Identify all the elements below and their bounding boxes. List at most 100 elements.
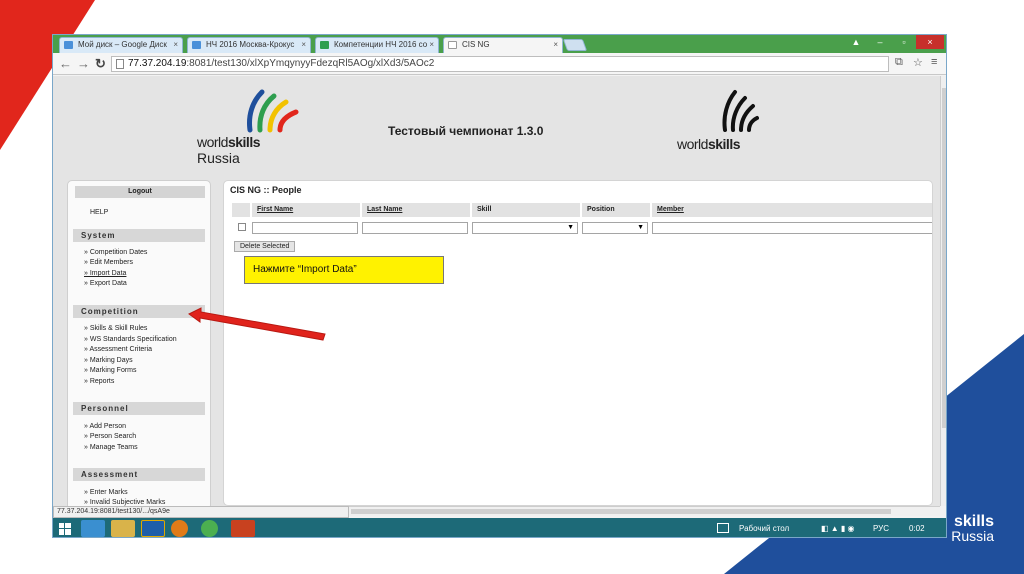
tab-label: Мой диск – Google Диск [78, 40, 167, 49]
member-filter-input[interactable] [652, 222, 932, 234]
column-position: Position [582, 203, 650, 217]
logo-left-sub: Russia [197, 150, 240, 166]
page-icon [448, 41, 457, 49]
section-assessment: Assessment [73, 468, 205, 481]
star-icon[interactable]: ☆ [913, 56, 923, 69]
red-arrow-annotation [188, 307, 326, 341]
new-tab-button[interactable] [562, 39, 588, 51]
logout-button[interactable]: Logout [75, 186, 205, 198]
header-select-cell [232, 203, 250, 217]
drive-icon [64, 41, 73, 49]
web-page: worldskills Russia Тестовый чемпионат 1.… [53, 76, 940, 506]
powerpoint-taskbar-icon[interactable] [231, 520, 255, 537]
sidebar-item-export-data[interactable]: » Export Data [84, 280, 127, 287]
close-icon[interactable]: × [553, 38, 558, 52]
url-path: :8081/test130/xlXpYmqynyyFdezqRl5AOg/xlX… [186, 58, 435, 69]
minimize-button[interactable]: – [870, 35, 890, 49]
slide-logo-sub: Russia [951, 528, 994, 544]
filter-row: ▼ ▼ [232, 221, 932, 235]
close-icon[interactable]: × [301, 38, 306, 52]
desktop-icon[interactable] [717, 523, 729, 533]
logo-left-text: worldskills [197, 134, 261, 150]
firefox-taskbar-icon[interactable] [171, 520, 188, 537]
explorer-taskbar-icon[interactable] [111, 520, 135, 537]
worldskills-black-swirl-icon [722, 90, 759, 132]
sidebar-item-skills-rules[interactable]: » Skills & Skill Rules [84, 325, 147, 332]
column-skill: Skill [472, 203, 580, 217]
drive-icon [192, 41, 201, 49]
sidebar-item-marking-forms[interactable]: » Marking Forms [84, 367, 137, 374]
sidebar-item-invalid-subjective-marks[interactable]: » Invalid Subjective Marks [84, 499, 165, 506]
tab-cis-ng[interactable]: CIS NG × [443, 37, 563, 53]
tab-label: Компетенции НЧ 2016 со [334, 40, 428, 49]
windows-start-icon[interactable] [59, 522, 71, 535]
windows-taskbar: Рабочий стол ◧ ▲ ▮ ◉ РУС 0:02 [53, 518, 946, 537]
help-link[interactable]: HELP [90, 209, 108, 216]
horizontal-scroll-thumb[interactable] [351, 509, 891, 514]
position-filter-select[interactable]: ▼ [582, 222, 648, 234]
site-header: worldskills Russia Тестовый чемпионат 1.… [53, 76, 940, 176]
language-indicator[interactable]: РУС [873, 524, 889, 533]
horizontal-scrollbar[interactable] [349, 506, 940, 516]
chrome-taskbar-icon[interactable] [201, 520, 218, 537]
outlook-taskbar-icon[interactable] [141, 520, 165, 537]
reload-icon[interactable]: ↻ [95, 56, 106, 72]
sidebar-item-reports[interactable]: » Reports [84, 378, 114, 385]
sidebar-item-ws-standards[interactable]: » WS Standards Specification [84, 336, 177, 343]
address-bar: ← → ↻ 77.37.204.19:8081/test130/xlXpYmqy… [53, 53, 946, 75]
tray-icons[interactable]: ◧ ▲ ▮ ◉ [821, 524, 855, 533]
close-icon[interactable]: × [429, 38, 434, 52]
tab-google-drive[interactable]: Мой диск – Google Диск × [59, 37, 183, 53]
sidebar-item-marking-days[interactable]: » Marking Days [84, 357, 133, 364]
panel-title: CIS NG :: People [230, 185, 302, 195]
sidebar-item-edit-members[interactable]: » Edit Members [84, 259, 133, 266]
page-title: Тестовый чемпионат 1.3.0 [388, 124, 544, 138]
first-name-filter-input[interactable] [252, 222, 358, 234]
menu-icon[interactable]: ≡ [931, 56, 937, 68]
select-all-checkbox[interactable] [238, 223, 246, 231]
ie-taskbar-icon[interactable] [81, 520, 105, 537]
section-system: System [73, 229, 205, 242]
sidebar-item-person-search[interactable]: » Person Search [84, 433, 136, 440]
url-input[interactable]: 77.37.204.19:8081/test130/xlXpYmqynyyFde… [111, 56, 889, 72]
worldskills-swirl-icon [247, 89, 299, 133]
sidebar-item-manage-teams[interactable]: » Manage Teams [84, 444, 138, 451]
window-close-button[interactable]: × [916, 35, 944, 49]
clock[interactable]: 0:02 [909, 524, 925, 533]
back-arrow-icon[interactable]: ← [59, 56, 72, 72]
translate-icon[interactable]: ⧉ [895, 56, 903, 69]
skill-filter-select[interactable]: ▼ [472, 222, 578, 234]
worldskills-logo: worldskills [677, 88, 767, 158]
close-icon[interactable]: × [173, 38, 178, 52]
sidebar-item-assessment-criteria[interactable]: » Assessment Criteria [84, 346, 152, 353]
maximize-button[interactable]: ▫ [894, 35, 914, 49]
sidebar-item-add-person[interactable]: » Add Person [84, 423, 126, 430]
desktop-label[interactable]: Рабочий стол [739, 524, 789, 533]
tab-label: НЧ 2016 Москва-Крокус [206, 40, 295, 49]
column-first-name[interactable]: First Name [252, 203, 360, 217]
tab-label: CIS NG [462, 40, 490, 49]
vertical-scrollbar[interactable] [940, 76, 946, 506]
sheets-icon [320, 41, 329, 49]
logo-right-text: worldskills [677, 136, 741, 152]
section-personnel: Personnel [73, 402, 205, 415]
tab-bar: Мой диск – Google Диск × НЧ 2016 Москва-… [53, 35, 946, 53]
sidebar-item-enter-marks[interactable]: » Enter Marks [84, 489, 128, 496]
delete-selected-button[interactable]: Delete Selected [234, 241, 296, 252]
page-icon [116, 59, 124, 69]
forward-arrow-icon[interactable]: → [77, 56, 90, 72]
tab-nch-2016[interactable]: НЧ 2016 Москва-Крокус × [187, 37, 311, 53]
sidebar-item-competition-dates[interactable]: » Competition Dates [84, 249, 147, 256]
presentation-slide: skills Russia Мой диск – Google Диск × Н… [0, 0, 1024, 574]
last-name-filter-input[interactable] [362, 222, 468, 234]
tab-competencies[interactable]: Компетенции НЧ 2016 со × [315, 37, 439, 53]
slide-worldskills-logo: skills Russia [951, 514, 994, 544]
instruction-callout: Нажмите “Import Data” [244, 256, 444, 284]
vertical-scroll-thumb[interactable] [942, 88, 946, 428]
user-icon[interactable]: ▲ [846, 35, 866, 49]
column-member[interactable]: Member [652, 203, 932, 217]
status-url: 77.37.204.19:8081/test130/.../qsA9e [53, 506, 349, 518]
worldskills-russia-logo: worldskills Russia [197, 86, 299, 170]
column-last-name[interactable]: Last Name [362, 203, 470, 217]
sidebar-item-import-data[interactable]: » Import Data [84, 270, 126, 277]
